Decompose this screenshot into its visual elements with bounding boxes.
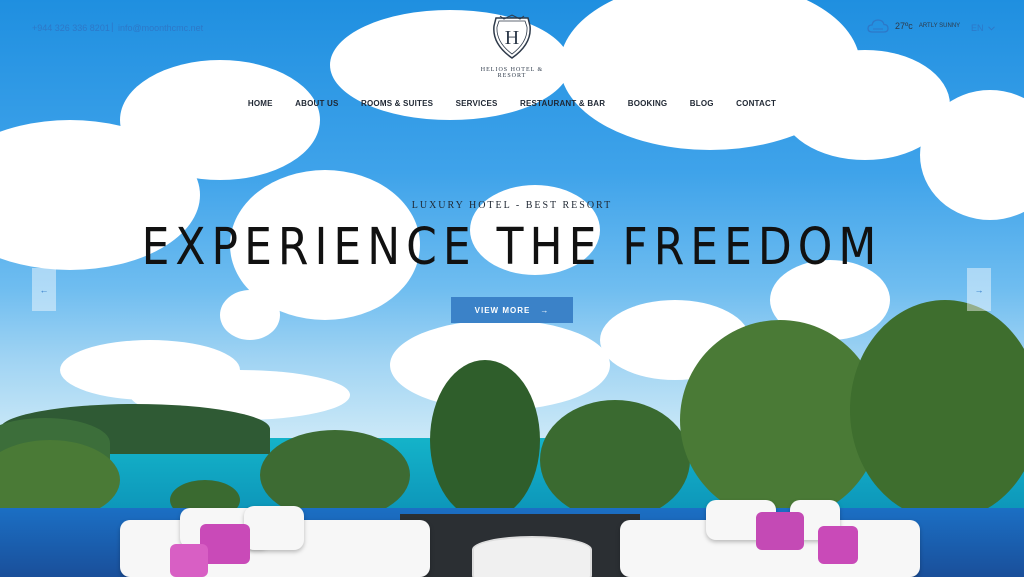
nav-item-home[interactable]: HOME xyxy=(248,99,273,108)
weather-temperature: 27ºc xyxy=(895,21,913,31)
nav-item-restaurant-bar[interactable]: RESTAURANT & BAR xyxy=(520,99,605,108)
chevron-down-icon xyxy=(987,25,995,31)
hero-headline: EXPERIENCE THE FREEDOM xyxy=(141,218,883,277)
nav-item-rooms-suites[interactable]: ROOMS & SUITES xyxy=(361,99,433,108)
logo-crest-icon: H xyxy=(493,14,531,59)
logo-letter: H xyxy=(505,27,519,49)
nav-item-contact[interactable]: CONTACT xyxy=(736,99,776,108)
arrow-left-icon: ← xyxy=(39,284,49,295)
sofa-cushion xyxy=(244,506,304,550)
weather-description: ARTLY SUNNY xyxy=(918,23,961,29)
background-cloud xyxy=(120,60,320,180)
cloud-icon xyxy=(867,19,889,33)
nav-item-blog[interactable]: BLOG xyxy=(690,99,714,108)
tree xyxy=(540,400,690,520)
main-nav: HOME ABOUT US ROOMS & SUITES SERVICES RE… xyxy=(0,93,1024,111)
arrow-right-icon: → xyxy=(540,305,550,315)
language-label: EN xyxy=(971,23,984,33)
slider-prev-button[interactable]: ← xyxy=(32,268,56,311)
hero-tagline: LUXURY HOTEL - BEST RESORT xyxy=(411,200,613,211)
language-selector[interactable]: EN xyxy=(971,23,995,33)
separator: | xyxy=(111,22,114,33)
arrow-right-icon: → xyxy=(974,284,984,295)
tree xyxy=(430,360,540,520)
logo-text: HELIOS HOTEL & RESORT xyxy=(480,67,544,79)
phone-number[interactable]: +944 326 336 8201 xyxy=(32,23,110,33)
pink-pillow xyxy=(756,512,804,550)
background-cloud xyxy=(220,290,280,340)
slider-next-button[interactable]: → xyxy=(967,268,991,311)
weather-widget: 27ºc ARTLY SUNNY xyxy=(867,18,960,34)
hero-slider: +944 326 336 8201 | info@moonthcmc.net H… xyxy=(0,0,1024,577)
round-table xyxy=(472,536,592,577)
view-more-label: VIEW MORE xyxy=(474,305,531,315)
nav-item-services[interactable]: SERVICES xyxy=(456,99,498,108)
nav-item-about-us[interactable]: ABOUT US xyxy=(295,99,338,108)
nav-item-booking[interactable]: BOOKING xyxy=(628,99,668,108)
top-bar: +944 326 336 8201 | info@moonthcmc.net H… xyxy=(0,0,1024,79)
pink-pillow xyxy=(170,544,208,577)
email-link[interactable]: info@moonthcmc.net xyxy=(118,23,203,33)
pink-pillow xyxy=(818,526,858,564)
hotel-logo[interactable]: H HELIOS HOTEL & RESORT xyxy=(474,14,550,79)
view-more-button[interactable]: VIEW MORE → xyxy=(451,297,573,323)
